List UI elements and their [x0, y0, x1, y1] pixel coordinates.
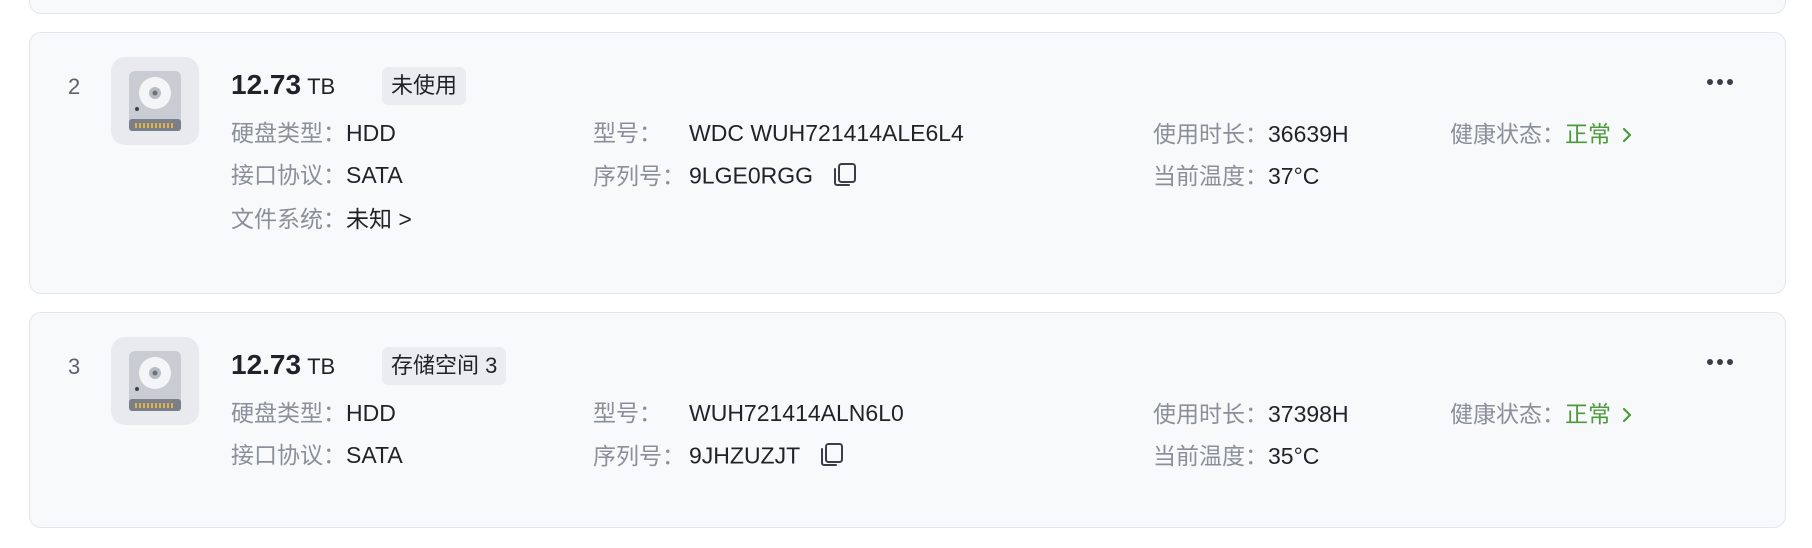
disk-type-field: 硬盘类型：HDD [231, 398, 396, 428]
serial-value: 9JHZUZJT [689, 442, 801, 469]
interface-value: SATA [346, 162, 403, 188]
interface-field: 接口协议：SATA [231, 160, 403, 190]
disk-type-label: 硬盘类型： [231, 400, 346, 426]
health-value[interactable]: 正常 [1565, 401, 1611, 427]
interface-label: 接口协议： [231, 442, 346, 468]
hard-disk-icon [111, 337, 199, 425]
model-label: 型号： [593, 120, 662, 146]
capacity-value: 12.73 [231, 69, 302, 100]
model-label: 型号： [593, 400, 662, 426]
disk-type-field: 硬盘类型：HDD [231, 118, 396, 148]
temperature-label: 当前温度： [1153, 443, 1268, 469]
capacity-value: 12.73 [231, 349, 302, 380]
model-value: WUH721414ALN6L0 [689, 400, 904, 426]
temperature-value: 37°C [1268, 163, 1320, 189]
storage-status-tag: 未使用 [382, 67, 467, 105]
filesystem-link[interactable]: 未知 > [346, 206, 412, 232]
model-value: WDC WUH721414ALE6L4 [689, 120, 964, 146]
more-dots-icon[interactable] [1702, 73, 1738, 91]
disk-index: 3 [68, 354, 81, 379]
health-field[interactable]: 健康状态：正常 [1450, 119, 1633, 151]
temperature-label: 当前温度： [1153, 163, 1268, 189]
uptime-field: 使用时长：36639H [1153, 119, 1349, 149]
serial-field: 序列号： 9JHZUZJT [593, 440, 846, 475]
filesystem-field: 文件系统：未知 > [231, 204, 412, 234]
serial-label: 序列号： [593, 442, 685, 469]
health-value[interactable]: 正常 [1565, 121, 1611, 147]
interface-label: 接口协议： [231, 162, 346, 188]
uptime-field: 使用时长：37398H [1153, 399, 1349, 429]
storage-status-tag: 存储空间 3 [382, 347, 507, 385]
disk-type-value: HDD [346, 400, 396, 426]
more-dots-icon[interactable] [1702, 353, 1738, 371]
uptime-value: 36639H [1268, 121, 1349, 147]
disk-type-label: 硬盘类型： [231, 120, 346, 146]
health-label: 健康状态： [1450, 401, 1565, 427]
chevron-right-icon[interactable] [1621, 121, 1633, 151]
serial-field: 序列号： 9LGE0RGG [593, 160, 859, 195]
health-label: 健康状态： [1450, 121, 1565, 147]
temperature-field: 当前温度：37°C [1153, 161, 1319, 191]
serial-label: 序列号： [593, 162, 685, 189]
disk-capacity: 12.73 TB [231, 69, 335, 101]
temperature-value: 35°C [1268, 443, 1320, 469]
capacity-unit: TB [307, 74, 336, 99]
copy-icon[interactable] [831, 160, 859, 195]
interface-value: SATA [346, 442, 403, 468]
disk-type-value: HDD [346, 120, 396, 146]
chevron-right-icon[interactable] [1621, 401, 1633, 431]
uptime-label: 使用时长： [1153, 121, 1268, 147]
disk-card: 2 12.73 TB 未使用 硬盘类型：HDD 型号： WDC WUH721414A… [29, 32, 1786, 294]
interface-field: 接口协议：SATA [231, 440, 403, 470]
uptime-label: 使用时长： [1153, 401, 1268, 427]
model-field: 型号： WUH721414ALN6L0 [593, 398, 904, 428]
filesystem-label: 文件系统： [231, 206, 346, 232]
disk-card-previous [29, 0, 1786, 14]
disk-capacity: 12.73 TB [231, 349, 335, 381]
serial-value: 9LGE0RGG [689, 162, 813, 189]
disk-card: 3 12.73 TB 存储空间 3 硬盘类型：HDD 型号： WUH721414AL… [29, 312, 1786, 528]
temperature-field: 当前温度：35°C [1153, 441, 1319, 471]
uptime-value: 37398H [1268, 401, 1349, 427]
health-field[interactable]: 健康状态：正常 [1450, 399, 1633, 431]
capacity-unit: TB [307, 354, 336, 379]
hard-disk-icon [111, 57, 199, 145]
disk-index: 2 [68, 74, 81, 99]
copy-icon[interactable] [818, 440, 846, 475]
model-field: 型号： WDC WUH721414ALE6L4 [593, 118, 964, 148]
